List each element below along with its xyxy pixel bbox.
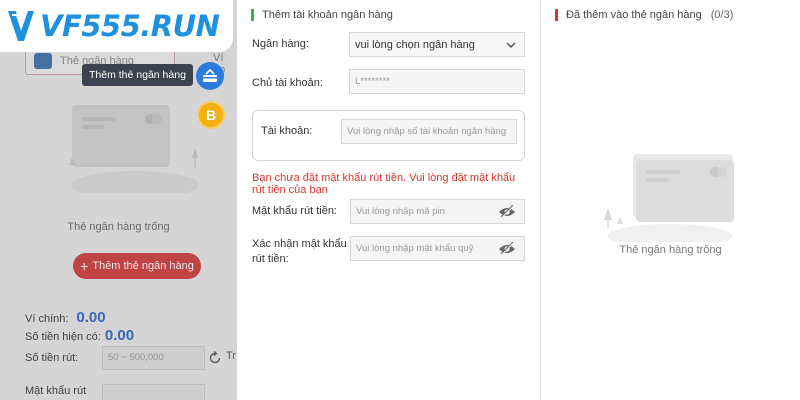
pin-input[interactable]: Vui lòng nhập mã pin [350, 199, 525, 224]
withdraw-password-label: Mật khẩu rút [25, 385, 87, 397]
added-cards-count: (0/3) [710, 9, 734, 21]
main-wallet-value: 0.00 [76, 309, 106, 326]
add-bank-button[interactable]: + Thêm thẻ ngân hàng [73, 253, 201, 279]
site-logo[interactable]: VF555.RUN [0, 0, 233, 52]
bank-select-value: vui lòng chọn ngân hàng [355, 38, 475, 51]
chevron-down-icon [506, 42, 516, 49]
withdraw-amount-label: Số tiền rút: [25, 352, 79, 364]
pin-input-placeholder: Vui lòng nhập mã pin [356, 206, 445, 217]
added-cards-title-text: Đã thêm vào thẻ ngân hàng [566, 9, 702, 21]
account-number-input[interactable]: Vui lòng nhập số tài khoản ngân hàng [341, 119, 517, 144]
added-cards-panel: Đã thêm vào thẻ ngân hàng (0/3) Thẻ ngân… [541, 0, 800, 400]
main-wallet-label: Ví chính: [25, 313, 69, 325]
current-amount-value: 0.00 [104, 327, 135, 344]
confirm-pin-input[interactable]: Vui lòng nhập mật khẩu quỹ [350, 236, 525, 261]
logo-text: VF555.RUN [40, 9, 220, 43]
add-bank-card-button[interactable] [196, 62, 224, 90]
logo-v-icon [6, 7, 36, 45]
add-bank-account-form: Thêm tài khoản ngân hàng Ngân hàng: vui … [237, 0, 540, 400]
bank-select[interactable]: vui lòng chọn ngân hàng [349, 32, 525, 57]
add-bank-button-label: Thêm thẻ ngân hàng [92, 260, 194, 272]
current-amount-label: Số tiền hiện có: [25, 331, 101, 343]
withdraw-password-input[interactable] [102, 384, 205, 400]
crypto-wallet-button[interactable]: B [197, 101, 225, 129]
account-number-label: Tài khoản: [261, 125, 313, 137]
added-cards-title: Đã thêm vào thẻ ngân hàng (0/3) [555, 9, 733, 21]
empty-card-illustration [604, 154, 734, 242]
account-owner-field: L******** [349, 69, 525, 94]
bank-card-icon [34, 53, 52, 69]
eye-off-icon[interactable] [498, 242, 516, 256]
form-title-text: Thêm tài khoản ngân hàng [262, 9, 393, 21]
plus-icon: + [80, 258, 89, 274]
refresh-label: Tr [226, 350, 236, 362]
wallet-panel: VF555.RUN Thẻ ngân hàng Ví ảo Thêm thẻ n… [0, 0, 237, 400]
current-amount-row: Số tiền hiện có: 0.00 [25, 327, 134, 344]
bank-add-icon [203, 69, 217, 82]
withdraw-amount-input[interactable]: 50 ~ 500,000 [102, 346, 205, 370]
refresh-icon[interactable] [208, 351, 222, 365]
empty-bank-text: Thẻ ngân hàng trống [67, 221, 170, 233]
confirm-pin-label: Xác nhận mật khẩu rút tiền: [252, 238, 347, 265]
password-warning: Bạn chưa đặt mật khẩu rút tiền. Vui lòng… [252, 172, 516, 196]
eye-off-icon[interactable] [498, 205, 516, 219]
bank-label: Ngân hàng: [252, 38, 309, 50]
confirm-pin-placeholder: Vui lòng nhập mật khẩu quỹ [356, 243, 474, 254]
empty-card-illustration [69, 105, 199, 193]
main-wallet-row: Ví chính: 0.00 [25, 309, 106, 326]
add-bank-tooltip: Thêm thẻ ngân hàng [82, 64, 193, 86]
title-accent-bar [555, 9, 558, 21]
bitcoin-icon: B [205, 107, 217, 123]
pin-label: Mật khẩu rút tiền: [252, 205, 337, 217]
account-owner-label: Chủ tài khoản: [252, 77, 323, 89]
form-title: Thêm tài khoản ngân hàng [251, 9, 393, 21]
empty-added-cards-text: Thẻ ngân hàng trống [619, 244, 722, 256]
title-accent-bar [251, 9, 254, 21]
